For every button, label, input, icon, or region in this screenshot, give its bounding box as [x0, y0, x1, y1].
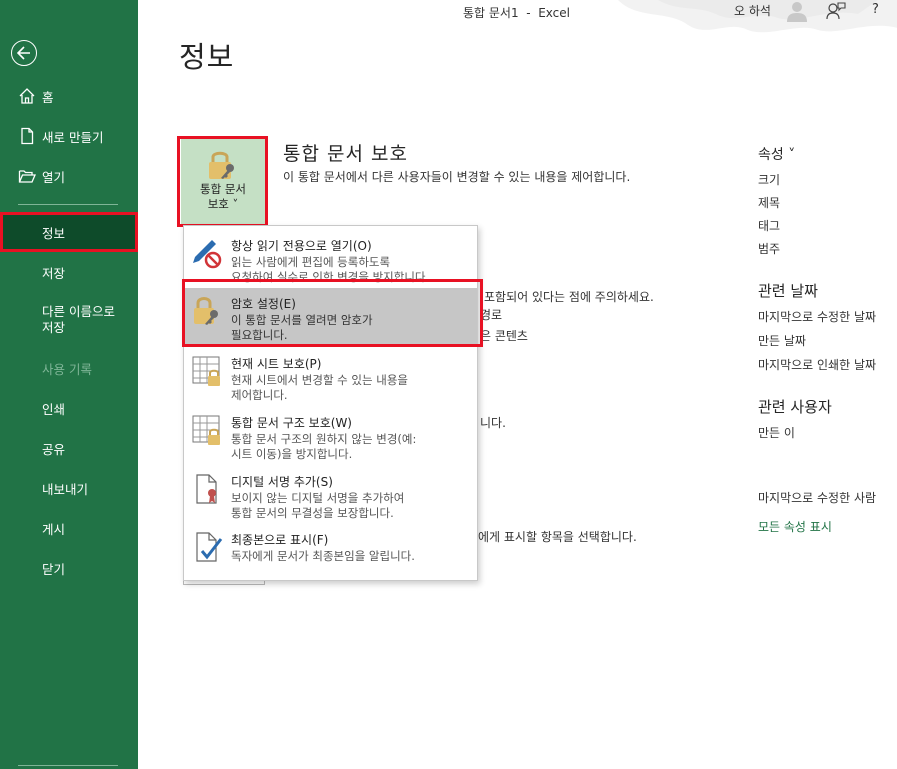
folder-open-icon [18, 170, 36, 183]
menu-item-description: 보이지 않는 디지털 서명을 추가하여 통합 문서의 무결성을 보장합니다. [231, 491, 405, 520]
info-text: 에게 표시할 항목을 선택합니다. [478, 530, 637, 544]
sidebar-item-label: 게시 [42, 521, 66, 537]
menu-item-title: 디지털 서명 추가(S) [231, 475, 333, 489]
sidebar-item-info[interactable]: 정보 [0, 212, 138, 252]
sidebar-item-save[interactable]: 저장 [0, 252, 138, 292]
back-button[interactable] [11, 40, 37, 66]
menu-item-description: 독자에게 문서가 최종본임을 알립니다. [231, 549, 415, 563]
property-label: 마지막으로 수정한 사람 [758, 491, 877, 505]
pencil-no-icon [193, 240, 222, 269]
sidebar-item-open[interactable]: 열기 [0, 156, 138, 196]
home-icon [19, 88, 35, 104]
sidebar-item-label: 내보내기 [42, 481, 89, 497]
highlight-outline [182, 279, 483, 347]
sidebar-item-label: 열기 [42, 169, 66, 185]
coauthor-icon[interactable] [826, 1, 846, 21]
sidebar-divider [18, 204, 118, 205]
property-label: 만든 날짜 [758, 334, 806, 348]
sidebar-item-label: 저장 [42, 265, 66, 281]
sidebar-item-save-as[interactable]: 다른 이름으로 저장 [0, 296, 138, 346]
sidebar-divider [18, 765, 118, 766]
info-text: 은 콘텐츠 [480, 329, 528, 343]
info-text: 경로 [480, 308, 503, 322]
show-all-properties-link[interactable]: 모든 속성 표시 [758, 518, 832, 535]
workbook-lock-icon [192, 415, 220, 445]
sidebar-item-label: 정보 [42, 225, 66, 241]
sidebar-item-label: 새로 만들기 [42, 129, 104, 145]
avatar[interactable] [786, 0, 808, 22]
sidebar-item-share[interactable]: 공유 [0, 428, 138, 468]
sidebar-item-label: 다른 이름으로 저장 [42, 304, 115, 335]
related-dates-heading: 관련 날짜 [758, 282, 818, 300]
property-label: 만든 이 [758, 426, 795, 440]
sidebar-item-label: 사용 기록 [42, 361, 92, 377]
sidebar-item-history: 사용 기록 [0, 348, 138, 388]
sidebar-item-label: 닫기 [42, 561, 66, 577]
sidebar-item-label: 홈 [42, 89, 54, 105]
document-check-icon [196, 532, 223, 562]
menu-item-title: 통합 문서 구조 보호(W) [231, 416, 352, 430]
window-title: 통합 문서1 - Excel [463, 6, 570, 20]
sidebar-item-close[interactable]: 닫기 [0, 548, 138, 588]
property-label: 범주 [758, 242, 781, 256]
menu-item-title: 현재 시트 보호(P) [231, 357, 322, 371]
info-text: 니다. [480, 416, 506, 430]
menu-item-title: 최종본으로 표시(F) [231, 533, 329, 547]
highlight-outline [177, 136, 268, 227]
signature-ribbon-icon [196, 474, 217, 504]
sidebar-item-export[interactable]: 내보내기 [0, 468, 138, 508]
menu-item-mark-as-final[interactable]: 최종본으로 표시(F) 독자에게 문서가 최종본임을 알립니다. [184, 524, 477, 582]
menu-item-title: 항상 읽기 전용으로 열기(O) [231, 239, 372, 253]
properties-heading[interactable]: 속성 ˅ [758, 144, 795, 164]
backstage-sidebar: 홈 새로 만들기 열기 정보 저장 다른 이름으로 저장 사용 기록 인쇄 공유… [0, 0, 138, 769]
sidebar-item-label: 공유 [42, 441, 66, 457]
sidebar-item-label: 인쇄 [42, 401, 66, 417]
menu-item-protect-sheet[interactable]: 현재 시트 보호(P) 현재 시트에서 변경할 수 있는 내용을 제어합니다. [184, 348, 477, 406]
property-label: 크기 [758, 173, 781, 187]
section-description: 이 통합 문서에서 다른 사용자들이 변경할 수 있는 내용을 제어합니다. [283, 170, 631, 184]
property-label: 마지막으로 인쇄한 날짜 [758, 358, 877, 372]
property-label: 태그 [758, 219, 781, 233]
section-heading: 통합 문서 보호 [283, 143, 408, 165]
menu-item-description: 현재 시트에서 변경할 수 있는 내용을 제어합니다. [231, 373, 408, 402]
info-text: 포함되어 있다는 점에 주의하세요. [484, 290, 654, 304]
new-document-icon [21, 127, 34, 145]
property-label: 제목 [758, 196, 781, 210]
sidebar-item-publish[interactable]: 게시 [0, 508, 138, 548]
menu-item-add-digital-signature[interactable]: 디지털 서명 추가(S) 보이지 않는 디지털 서명을 추가하여 통합 문서의 … [184, 466, 477, 524]
related-people-heading: 관련 사용자 [758, 398, 832, 416]
property-label: 마지막으로 수정한 날짜 [758, 310, 877, 324]
user-name[interactable]: 오 하석 [734, 2, 771, 19]
title-bar: 통합 문서1 - Excel 오 하석 ? [138, 0, 897, 33]
back-arrow-icon [17, 46, 30, 60]
sheet-lock-icon [192, 356, 220, 386]
menu-item-protect-workbook-structure[interactable]: 통합 문서 구조 보호(W) 통합 문서 구조의 원하지 않는 변경(예: 시트… [184, 407, 477, 465]
sidebar-item-print[interactable]: 인쇄 [0, 388, 138, 428]
help-icon[interactable]: ? [872, 2, 879, 17]
sidebar-item-new[interactable]: 새로 만들기 [0, 116, 138, 156]
sidebar-item-home[interactable]: 홈 [0, 76, 138, 116]
page-title: 정보 [179, 40, 235, 74]
menu-item-description: 통합 문서 구조의 원하지 않는 변경(예: 시트 이동)을 방지합니다. [231, 432, 417, 461]
